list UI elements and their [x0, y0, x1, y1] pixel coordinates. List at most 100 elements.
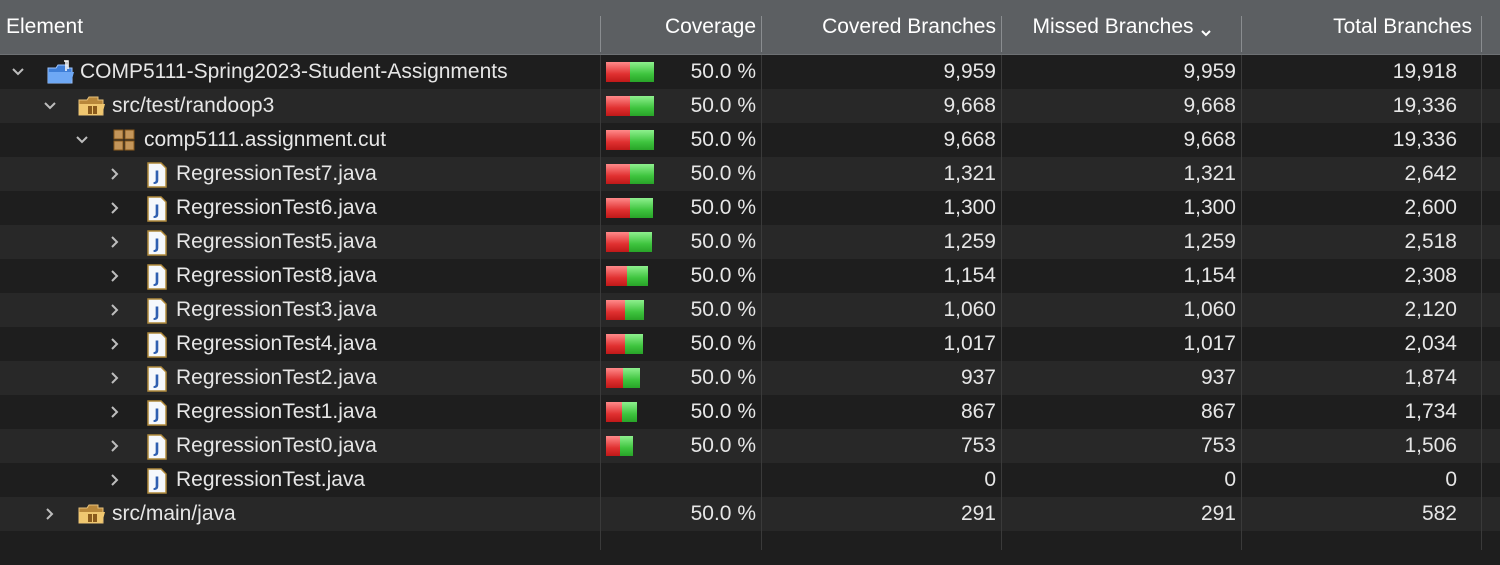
missed-branches-value: 1,060 — [1183, 298, 1236, 321]
missed-branches-value: 753 — [1200, 434, 1236, 457]
covered-bar-segment — [623, 368, 640, 388]
missed-bar-segment — [606, 130, 630, 150]
coverage-percent: 50.0 % — [690, 332, 756, 355]
chevron-right-icon[interactable] — [106, 199, 124, 217]
chevron-right-icon[interactable] — [106, 403, 124, 421]
chevron-down-icon[interactable] — [9, 63, 27, 81]
column-header-missed-branches[interactable]: Missed Branches — [1002, 0, 1242, 54]
coverage-percent: 50.0 % — [690, 230, 756, 253]
chevron-right-icon[interactable] — [106, 301, 124, 319]
table-row[interactable]: J RegressionTest1.java 50.0 % 867 867 1,734 — [0, 395, 1500, 429]
missed-branches-value: 1,321 — [1183, 162, 1236, 185]
coverage-bar — [606, 62, 654, 82]
total-branches-value: 19,918 — [1392, 60, 1457, 83]
table-row[interactable]: J RegressionTest.java 0 0 0 — [0, 463, 1500, 497]
coverage-cell: 50.0 % — [601, 191, 762, 225]
coverage-percent: 50.0 % — [690, 400, 756, 423]
column-divider — [761, 55, 762, 550]
element-cell: J RegressionTest6.java — [0, 191, 601, 225]
covered-bar-segment — [622, 402, 637, 422]
missed-bar-segment — [606, 436, 620, 456]
coverage-percent: 50.0 % — [690, 434, 756, 457]
total-branches-value: 2,120 — [1404, 298, 1457, 321]
chevron-right-icon[interactable] — [106, 165, 124, 183]
chevron-down-icon[interactable] — [73, 131, 91, 149]
table-row[interactable]: J RegressionTest2.java 50.0 % 937 937 1,874 — [0, 361, 1500, 395]
chevron-right-icon[interactable] — [106, 471, 124, 489]
java-file-icon: J — [146, 162, 172, 188]
coverage-bar — [606, 130, 654, 150]
coverage-percent: 50.0 % — [690, 94, 756, 117]
table-row[interactable]: COMP5111-Spring2023-Student-Assignments 5… — [0, 55, 1500, 89]
element-cell: src/main/java — [0, 497, 601, 531]
covered-bar-segment — [630, 130, 654, 150]
coverage-table: Element Coverage Covered Branches Missed… — [0, 0, 1500, 565]
table-row[interactable]: src/test/randoop3 50.0 % 9,668 9,668 19,336 — [0, 89, 1500, 123]
chevron-right-icon[interactable] — [106, 233, 124, 251]
svg-text:J: J — [153, 373, 159, 389]
table-row[interactable]: J RegressionTest4.java 50.0 % 1,017 1,017 2,0… — [0, 327, 1500, 361]
total-branches-value: 0 — [1445, 468, 1457, 491]
chevron-right-icon[interactable] — [106, 369, 124, 387]
table-row[interactable]: J RegressionTest3.java 50.0 % 1,060 1,060 2,1… — [0, 293, 1500, 327]
table-row[interactable]: J RegressionTest6.java 50.0 % 1,300 1,300 2,6… — [0, 191, 1500, 225]
table-row[interactable]: J RegressionTest5.java 50.0 % 1,259 1,259 2,5… — [0, 225, 1500, 259]
column-divider — [1241, 55, 1242, 550]
chevron-down-icon[interactable] — [41, 97, 59, 115]
table-row[interactable]: comp5111.assignment.cut 50.0 % 9,668 9,668 1… — [0, 123, 1500, 157]
table-row[interactable]: J RegressionTest7.java 50.0 % 1,321 1,321 2,6… — [0, 157, 1500, 191]
element-cell: src/test/randoop3 — [0, 89, 601, 123]
coverage-bar — [606, 368, 640, 388]
chevron-right-icon[interactable] — [41, 505, 59, 523]
chevron-right-icon[interactable] — [106, 335, 124, 353]
column-header-element[interactable]: Element — [0, 0, 601, 54]
element-cell: J RegressionTest.java — [0, 463, 601, 497]
missed-branches-value: 9,668 — [1183, 94, 1236, 117]
missed-branches-value: 867 — [1200, 400, 1236, 423]
table-row[interactable]: J RegressionTest0.java 50.0 % 753 753 1,506 — [0, 429, 1500, 463]
covered-branches-value: 1,321 — [943, 162, 996, 185]
element-label: RegressionTest3.java — [176, 298, 377, 321]
element-cell: comp5111.assignment.cut — [0, 123, 601, 157]
element-label: RegressionTest7.java — [176, 162, 377, 185]
svg-text:J: J — [153, 475, 159, 491]
coverage-bar — [606, 96, 654, 116]
table-row[interactable]: src/main/java 50.0 % 291 291 582 — [0, 497, 1500, 531]
element-label: RegressionTest4.java — [176, 332, 377, 355]
coverage-cell: 50.0 % — [601, 497, 762, 531]
coverage-percent: 50.0 % — [690, 298, 756, 321]
missed-bar-segment — [606, 368, 623, 388]
element-label: RegressionTest5.java — [176, 230, 377, 253]
total-branches-value: 582 — [1421, 502, 1457, 525]
coverage-cell: 50.0 % — [601, 293, 762, 327]
column-header-total-branches[interactable]: Total Branches — [1242, 0, 1482, 54]
project-folder-icon — [46, 60, 74, 84]
coverage-cell: 50.0 % — [601, 259, 762, 293]
coverage-cell: 50.0 % — [601, 55, 762, 89]
coverage-bar — [606, 402, 637, 422]
coverage-cell: 50.0 % — [601, 225, 762, 259]
svg-text:J: J — [153, 169, 159, 185]
missed-bar-segment — [606, 96, 630, 116]
chevron-right-icon[interactable] — [106, 437, 124, 455]
column-header-coverage[interactable]: Coverage — [601, 0, 762, 54]
svg-text:J: J — [153, 441, 159, 457]
table-row[interactable]: J RegressionTest8.java 50.0 % 1,154 1,154 2,3… — [0, 259, 1500, 293]
element-cell: J RegressionTest8.java — [0, 259, 601, 293]
covered-branches-value: 1,259 — [943, 230, 996, 253]
missed-branches-value: 9,668 — [1183, 128, 1236, 151]
element-label: comp5111.assignment.cut — [144, 128, 387, 151]
coverage-cell: 50.0 % — [601, 395, 762, 429]
coverage-percent: 50.0 % — [690, 162, 756, 185]
coverage-cell: 50.0 % — [601, 123, 762, 157]
missed-branches-value: 291 — [1200, 502, 1236, 525]
covered-branches-value: 1,017 — [943, 332, 996, 355]
java-file-icon: J — [146, 468, 172, 494]
covered-branches-value: 9,668 — [943, 128, 996, 151]
column-header-covered-branches[interactable]: Covered Branches — [762, 0, 1002, 54]
missed-bar-segment — [606, 334, 625, 354]
covered-branches-value: 9,668 — [943, 94, 996, 117]
column-divider — [600, 55, 601, 550]
chevron-right-icon[interactable] — [106, 267, 124, 285]
element-label: RegressionTest1.java — [176, 400, 377, 423]
